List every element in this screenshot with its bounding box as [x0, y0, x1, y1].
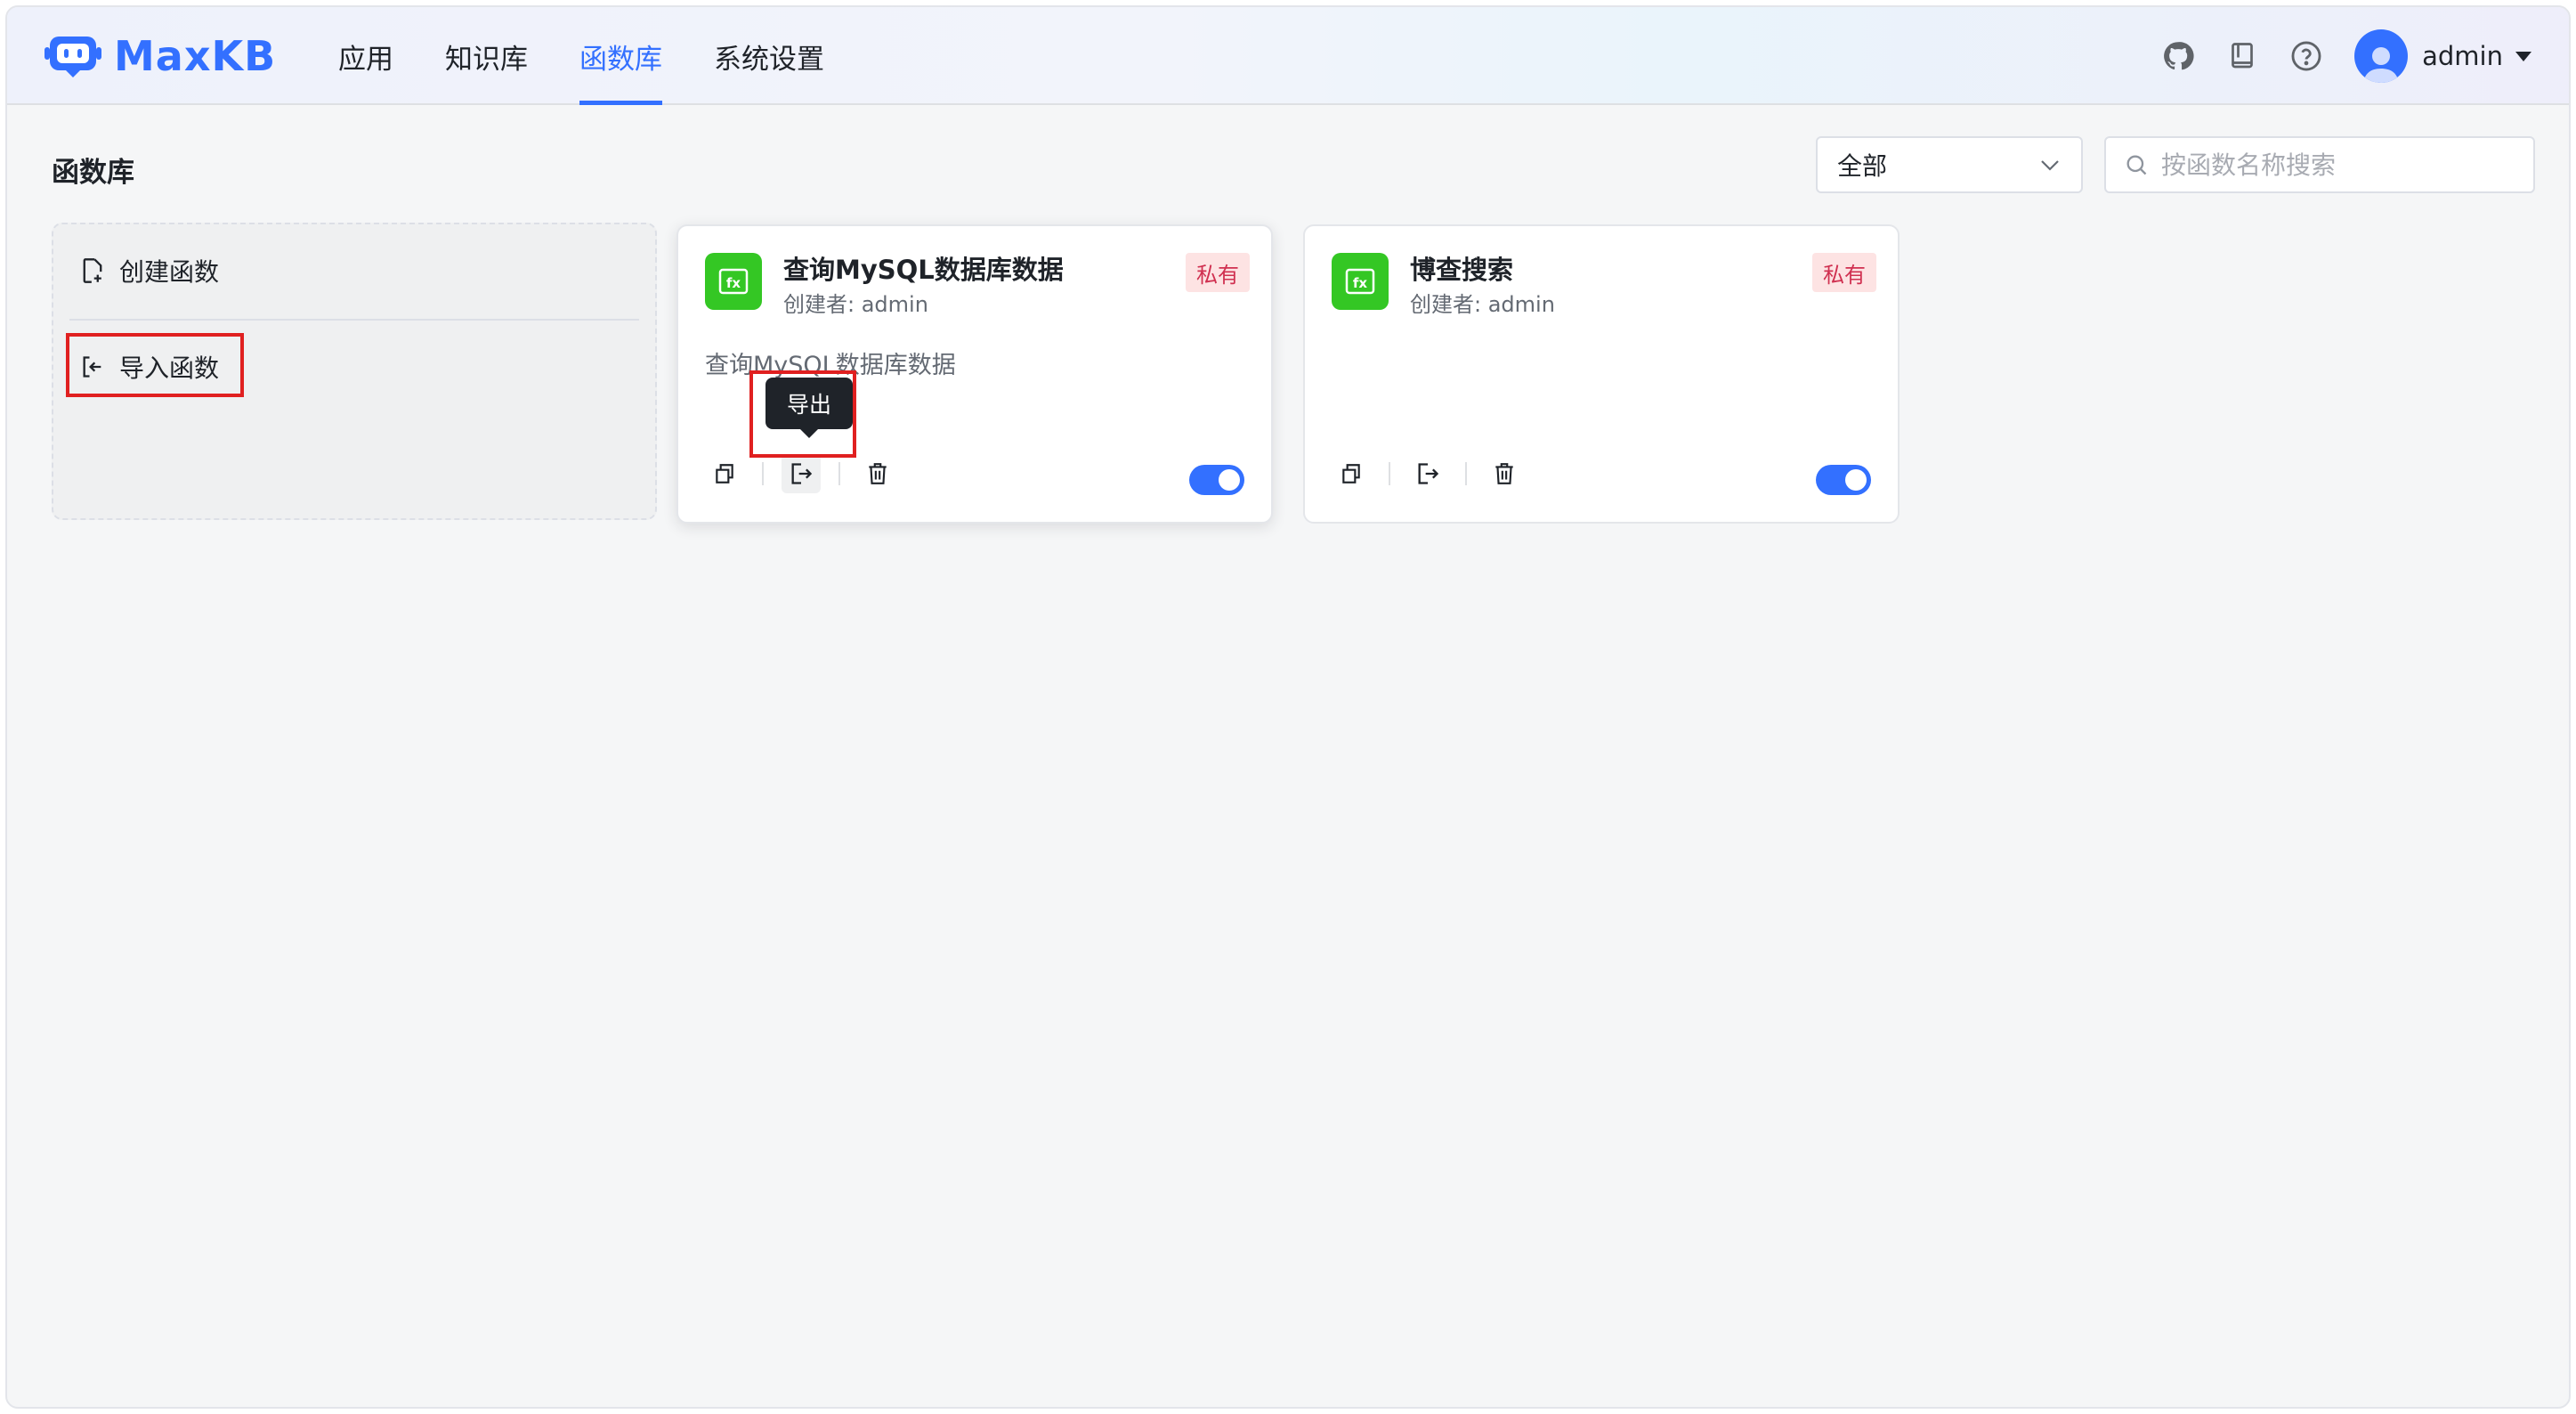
action-separator: [1465, 462, 1467, 485]
import-icon: [83, 356, 101, 378]
github-icon[interactable]: [2160, 38, 2196, 74]
search-box[interactable]: [2104, 136, 2535, 193]
create-function-button[interactable]: 创建函数: [80, 253, 219, 288]
create-function-label: 创建函数: [119, 257, 220, 287]
create-function-card: 创建函数 导入函数: [52, 223, 657, 520]
private-badge: 私有: [1186, 253, 1250, 292]
import-function-label: 导入函数: [119, 354, 220, 383]
copy-icon: [716, 464, 733, 484]
nav-tab-apps[interactable]: 应用: [338, 7, 393, 105]
caret-down-icon[interactable]: [2515, 51, 2531, 61]
search-input[interactable]: [2159, 149, 2519, 181]
action-separator: [1389, 462, 1390, 485]
export-tooltip: 导出: [766, 378, 854, 438]
fx-icon: fx: [705, 253, 762, 310]
scope-filter-value: 全部: [1837, 151, 1888, 181]
svg-text:fx: fx: [726, 275, 741, 291]
function-name: 查询MySQL数据库数据: [783, 255, 1064, 285]
header-actions: admin: [2132, 7, 2531, 105]
logo[interactable]: MaxKB: [45, 30, 276, 82]
enable-toggle[interactable]: [1816, 465, 1871, 495]
function-name: 博查搜索: [1410, 255, 1514, 285]
delete-button[interactable]: [858, 454, 897, 493]
chevron-down-icon: [2041, 160, 2059, 171]
export-button[interactable]: [782, 454, 821, 493]
copy-button[interactable]: [705, 454, 744, 493]
enable-toggle[interactable]: [1189, 465, 1244, 495]
page-title: 函数库: [52, 157, 134, 189]
copy-button[interactable]: [1332, 454, 1371, 493]
copy-icon: [1342, 464, 1360, 484]
function-card[interactable]: fx 查询MySQL数据库数据 创建者: admin 私有 查询MySQL数据库…: [676, 224, 1273, 524]
private-badge: 私有: [1812, 253, 1876, 292]
function-creator: 创建者: admin: [1410, 292, 1555, 317]
robot-logo-icon: [45, 37, 101, 77]
function-card[interactable]: fx 博查搜索 创建者: admin 私有: [1303, 224, 1900, 524]
action-separator: [838, 462, 840, 485]
function-creator: 创建者: admin: [783, 292, 928, 317]
export-icon: [1418, 463, 1439, 484]
main-nav: 应用 知识库 函数库 系统设置: [338, 7, 876, 105]
trash-icon: [1495, 463, 1513, 484]
user-icon: [2363, 47, 2400, 83]
export-button[interactable]: [1408, 454, 1447, 493]
app-window: MaxKB 应用 知识库 函数库 系统设置 admin 函数库 全部 按函数名称…: [5, 5, 2571, 1409]
create-card-divider: [69, 319, 639, 321]
import-function-button[interactable]: 导入函数: [80, 349, 219, 385]
nav-tab-knowledge[interactable]: 知识库: [445, 7, 528, 105]
delete-button[interactable]: [1485, 454, 1524, 493]
avatar[interactable]: [2354, 29, 2409, 83]
help-icon[interactable]: [2288, 38, 2324, 74]
brand-name: MaxKB: [114, 32, 277, 80]
book-icon[interactable]: [2224, 38, 2260, 74]
user-name[interactable]: admin: [2422, 41, 2503, 71]
add-file-icon: [83, 258, 102, 283]
function-actions: [1332, 454, 1524, 493]
nav-tab-settings[interactable]: 系统设置: [714, 7, 824, 105]
function-description: 查询MySQL数据库数据: [705, 352, 956, 379]
svg-text:fx: fx: [1353, 275, 1368, 291]
export-icon: [791, 463, 813, 484]
action-separator: [762, 462, 764, 485]
scope-filter-select[interactable]: 全部: [1816, 136, 2083, 193]
top-header: MaxKB 应用 知识库 函数库 系统设置 admin: [7, 7, 2569, 105]
trash-icon: [869, 463, 887, 484]
nav-tab-functions[interactable]: 函数库: [579, 7, 662, 105]
search-icon: [2126, 155, 2147, 175]
fx-icon: fx: [1332, 253, 1389, 310]
function-actions: [705, 454, 897, 493]
